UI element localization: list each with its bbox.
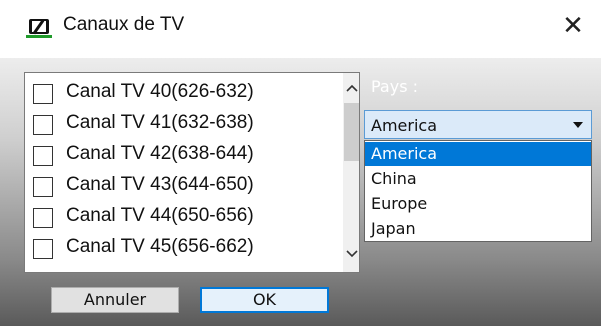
channel-label: Canal TV 44(650-656): [66, 205, 254, 226]
channel-checkbox[interactable]: [33, 239, 53, 259]
country-selected-value: America: [371, 116, 437, 135]
country-option[interactable]: China: [365, 167, 591, 191]
channel-label: Canal TV 45(656-662): [66, 236, 254, 257]
list-item[interactable]: Canal TV 45(656-662): [33, 235, 333, 263]
ok-button[interactable]: OK: [200, 287, 329, 313]
caret-down-icon[interactable]: [573, 122, 583, 128]
country-dropdown-list[interactable]: America China Europe Japan: [364, 140, 592, 242]
list-item[interactable]: Canal TV 42(638-644): [33, 142, 333, 170]
list-item[interactable]: Canal TV 43(644-650): [33, 173, 333, 201]
list-item[interactable]: Canal TV 40(626-632): [33, 80, 333, 108]
chevron-down-icon[interactable]: [343, 245, 359, 263]
channel-checkbox[interactable]: [33, 84, 53, 104]
channel-label: Canal TV 43(644-650): [66, 174, 254, 195]
channel-checkbox[interactable]: [33, 177, 53, 197]
country-option[interactable]: Japan: [365, 217, 591, 241]
chevron-up-icon[interactable]: [343, 79, 359, 97]
channel-checkbox[interactable]: [33, 115, 53, 135]
close-icon[interactable]: ✕: [560, 13, 586, 40]
channel-list[interactable]: Canal TV 40(626-632) Canal TV 41(632-638…: [24, 72, 360, 273]
logo-underline: [26, 35, 52, 38]
country-select[interactable]: America: [364, 110, 592, 139]
country-option[interactable]: Europe: [365, 192, 591, 216]
channel-label: Canal TV 40(626-632): [66, 81, 254, 102]
cancel-button[interactable]: Annuler: [51, 287, 179, 313]
country-option[interactable]: America: [365, 142, 591, 166]
channel-checkbox[interactable]: [33, 146, 53, 166]
channel-label: Canal TV 41(632-638): [66, 112, 254, 133]
list-item[interactable]: Canal TV 44(650-656): [33, 204, 333, 232]
window-title: Canaux de TV: [63, 14, 185, 35]
title-bar: Canaux de TV ✕: [0, 0, 601, 58]
list-item[interactable]: Canal TV 41(632-638): [33, 111, 333, 139]
vertical-scrollbar[interactable]: [343, 73, 359, 272]
country-label: Pays :: [371, 77, 419, 96]
scrollbar-thumb[interactable]: [344, 103, 359, 161]
channel-label: Canal TV 42(638-644): [66, 143, 254, 164]
channel-checkbox[interactable]: [33, 208, 53, 228]
sennheiser-logo-icon: [29, 19, 49, 34]
